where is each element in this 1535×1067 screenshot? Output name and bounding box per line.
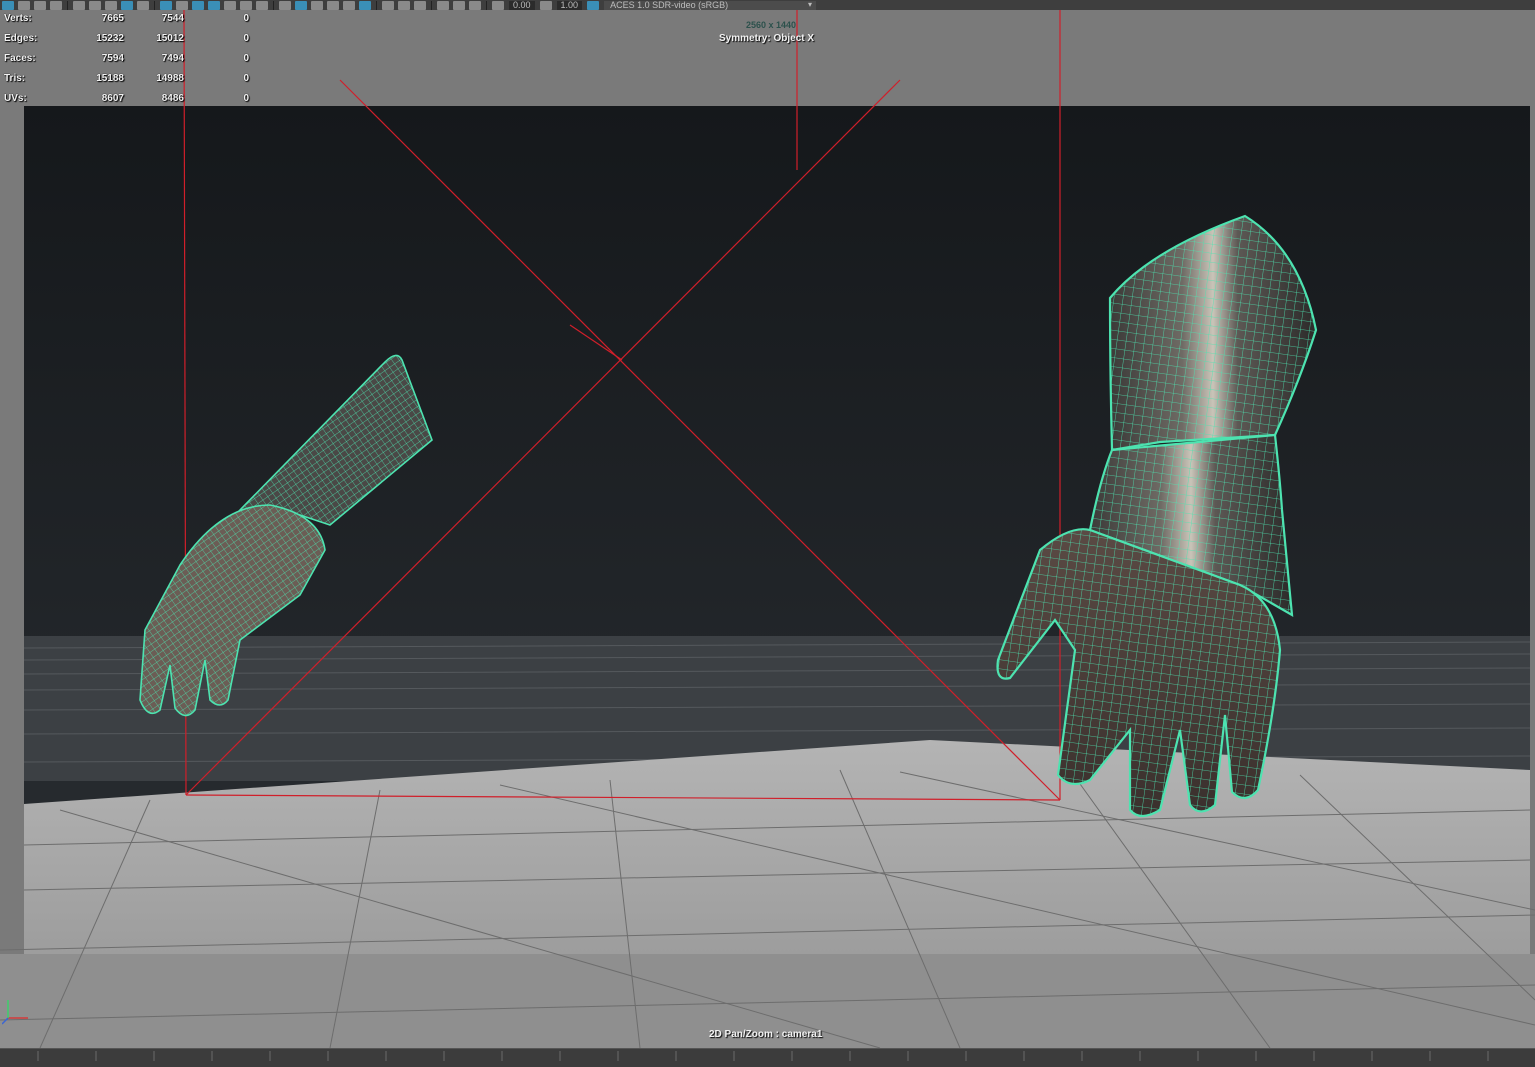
safe-action-icon[interactable] [240, 0, 252, 10]
stat-selected: 8486 [161, 93, 184, 104]
make-live-icon[interactable] [137, 0, 149, 10]
stat-total: 7665 [101, 13, 124, 24]
exposure-icon[interactable] [492, 0, 504, 10]
time-slider-ticks [37, 1051, 1489, 1061]
shadows-icon[interactable] [359, 0, 371, 10]
toolbar-divider [431, 0, 432, 10]
camera-attributes-icon[interactable] [437, 0, 449, 10]
gate-mask-icon[interactable] [208, 0, 220, 10]
viewport-scene[interactable] [0, 10, 1535, 1048]
move-tool-icon[interactable] [50, 0, 62, 10]
exposure-field[interactable]: 0.00 [509, 0, 535, 10]
view-transform-dropdown[interactable]: ACES 1.0 SDR-video (sRGB) ▾ [604, 0, 817, 10]
select-tool-icon[interactable] [2, 0, 14, 10]
film-gate-icon[interactable] [176, 0, 188, 10]
lights-icon[interactable] [343, 0, 355, 10]
color-management-icon[interactable] [587, 0, 600, 10]
bookmark-icon[interactable] [453, 0, 465, 10]
stat-components: 0 [243, 53, 249, 64]
xray-joints-icon[interactable] [414, 0, 426, 10]
stat-selected: 7494 [161, 53, 184, 64]
isolate-select-icon[interactable] [382, 0, 394, 10]
textured-icon[interactable] [327, 0, 339, 10]
stat-components: 0 [243, 93, 249, 104]
stat-components: 0 [243, 73, 249, 84]
gamma-field[interactable]: 1.00 [556, 0, 583, 10]
snap-point-icon[interactable] [105, 0, 117, 10]
stat-label: Tris: [4, 73, 26, 84]
snap-curve-icon[interactable] [89, 0, 101, 10]
gamma-icon[interactable] [539, 0, 552, 10]
view-transform-value: ACES 1.0 SDR-video (sRGB) [610, 0, 729, 10]
stat-row-tris: Tris: 15188 14988 0 [4, 73, 249, 93]
stat-label: UVs: [4, 93, 27, 104]
stat-total: 7594 [101, 53, 124, 64]
toolbar-divider [67, 0, 68, 10]
stat-row-edges: Edges: 15232 15012 0 [4, 33, 249, 53]
chevron-down-icon: ▾ [808, 0, 813, 9]
stat-total: 8607 [101, 93, 124, 104]
stat-total: 15188 [96, 73, 124, 84]
safe-title-icon[interactable] [256, 0, 268, 10]
stat-row-faces: Faces: 7594 7494 0 [4, 53, 249, 73]
stat-components: 0 [243, 13, 249, 24]
stat-label: Edges: [4, 33, 38, 44]
grid-icon[interactable] [160, 0, 172, 10]
stat-row-uvs: UVs: 8607 8486 0 [4, 93, 249, 113]
toolbar-divider [154, 0, 155, 10]
toolbar-divider [486, 0, 487, 10]
stat-selected: 15012 [156, 33, 184, 44]
view-axis-icon [2, 1000, 28, 1025]
poly-count-hud: Verts: 7665 7544 0 Edges: 15232 15012 0 … [4, 13, 249, 113]
paint-select-icon[interactable] [34, 0, 46, 10]
stat-row-verts: Verts: 7665 7544 0 [4, 13, 249, 33]
xray-icon[interactable] [398, 0, 410, 10]
stat-selected: 7544 [161, 13, 184, 24]
stat-total: 15232 [96, 33, 124, 44]
wireframe-on-shaded-icon[interactable] [311, 0, 323, 10]
toolbar-divider [273, 0, 274, 10]
smooth-shade-icon[interactable] [295, 0, 307, 10]
snap-view-plane-icon[interactable] [121, 0, 133, 10]
resolution-gate-icon[interactable] [192, 0, 204, 10]
stat-components: 0 [243, 33, 249, 44]
stat-selected: 14988 [156, 73, 184, 84]
camera-name-label: 2D Pan/Zoom : camera1 [709, 1029, 823, 1040]
resolution-gate-label: 2560 x 1440 [746, 20, 797, 30]
wireframe-icon[interactable] [279, 0, 291, 10]
lasso-tool-icon[interactable] [18, 0, 30, 10]
viewport-panel[interactable]: Verts: 7665 7544 0 Edges: 15232 15012 0 … [0, 10, 1535, 1048]
field-chart-icon[interactable] [224, 0, 236, 10]
symmetry-label: Symmetry: Object X [719, 33, 815, 44]
stat-label: Faces: [4, 53, 36, 64]
toolbar-divider [376, 0, 377, 10]
snap-grid-icon[interactable] [73, 0, 85, 10]
stat-label: Verts: [4, 13, 32, 24]
time-slider[interactable] [0, 1048, 1535, 1067]
image-plane-icon[interactable] [469, 0, 481, 10]
